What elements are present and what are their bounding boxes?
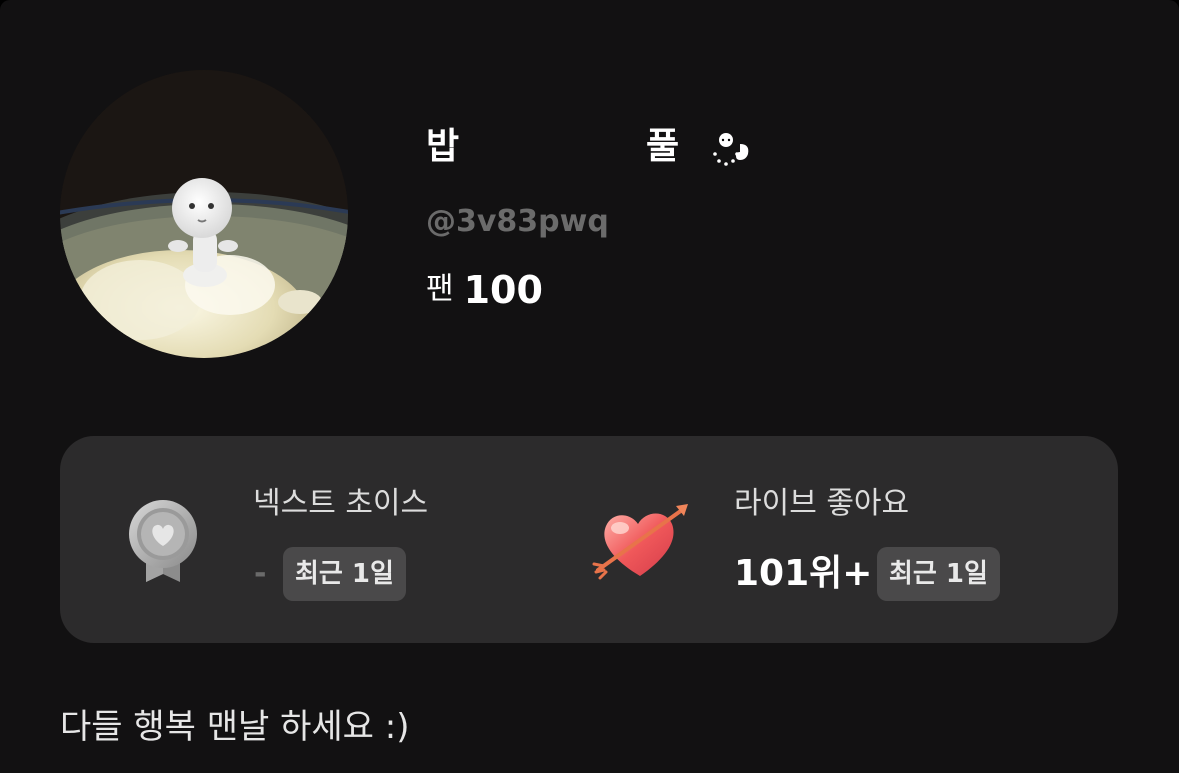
hanging-baby-emoji-icon bbox=[713, 133, 749, 166]
silver-heart-medal-icon bbox=[129, 500, 197, 582]
rice-bowl-figure-avatar-icon bbox=[60, 70, 348, 358]
next-choice-value: - bbox=[254, 556, 267, 591]
fan-count-value: 100 bbox=[463, 267, 543, 312]
fan-count[interactable]: 팬 100 bbox=[426, 264, 543, 315]
heart-arrow-icon bbox=[592, 504, 688, 580]
fan-count-label: 팬 bbox=[426, 271, 454, 307]
profile-name-first: 밥 bbox=[426, 126, 460, 167]
next-choice-title: 넥스트 초이스 bbox=[253, 486, 429, 521]
profile-name: 밥 풀 bbox=[426, 122, 749, 172]
live-like-period-badge: 최근 1일 bbox=[877, 547, 1000, 601]
profile-bio: 다들 행복 맨날 하세요 :) bbox=[60, 707, 410, 747]
live-like-rank: 101위+ bbox=[734, 553, 873, 594]
live-like-title: 라이브 좋아요 bbox=[734, 486, 910, 521]
stats-card: 넥스트 초이스 - 최근 1일 라이브 좋아요 101위+ 최근 1일 bbox=[60, 436, 1118, 643]
avatar[interactable] bbox=[60, 70, 348, 358]
profile-handle: @3v83pwq bbox=[426, 204, 609, 239]
next-choice-period-badge: 최근 1일 bbox=[283, 547, 406, 601]
profile-name-second: 풀 bbox=[646, 126, 680, 167]
profile-screen: 밥 풀 @3v83pwq 팬 100 넥스트 초이스 - 최근 1일 라이브 좋… bbox=[0, 0, 1179, 773]
